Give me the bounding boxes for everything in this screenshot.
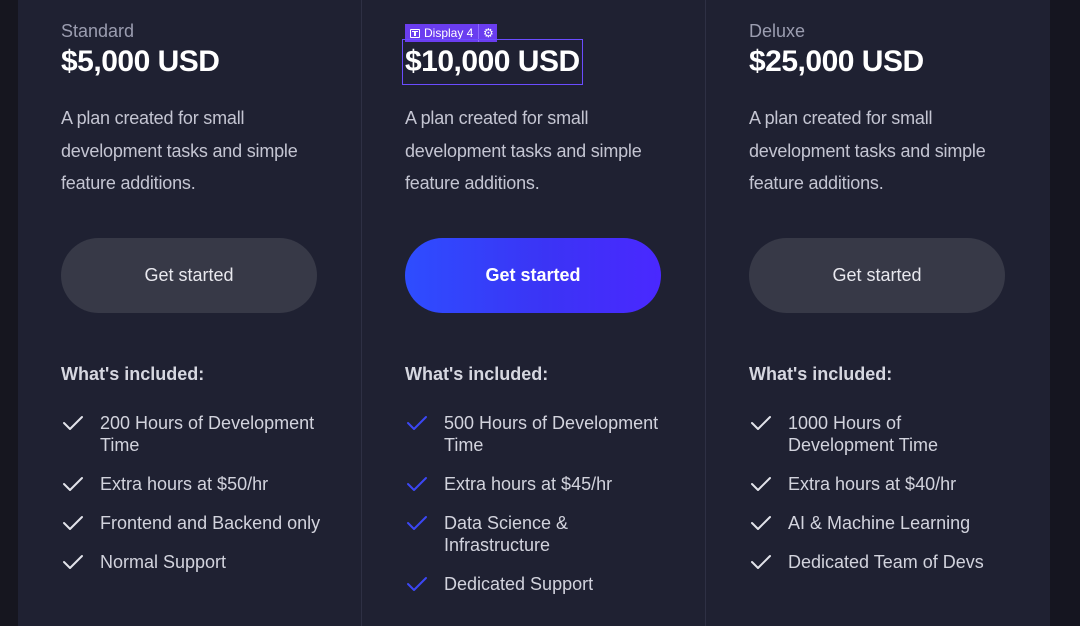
check-icon bbox=[407, 577, 427, 591]
list-item: Data Science & Infrastructure bbox=[405, 512, 665, 556]
list-item: 200 Hours of Development Time bbox=[61, 412, 321, 456]
get-started-button-standard[interactable]: Get started bbox=[61, 238, 317, 313]
pricing-page: Standard $5,000 USD A plan created for s… bbox=[0, 0, 1080, 626]
element-type-text: Display 4 bbox=[424, 26, 474, 40]
feature-text: Dedicated Support bbox=[444, 574, 594, 594]
element-type-tag[interactable]: Display 4 ⚙ bbox=[405, 24, 498, 42]
pricing-plans: Standard $5,000 USD A plan created for s… bbox=[18, 0, 1050, 626]
list-item: Dedicated Team of Devs bbox=[749, 551, 1009, 573]
list-item: Extra hours at $45/hr bbox=[405, 473, 665, 495]
check-icon bbox=[751, 416, 771, 430]
feature-list: 200 Hours of Development Time Extra hour… bbox=[61, 412, 321, 590]
plan-card-deluxe: Deluxe $25,000 USD A plan created for sm… bbox=[706, 0, 1050, 626]
check-icon bbox=[63, 416, 83, 430]
feature-text: Dedicated Team of Devs bbox=[788, 552, 984, 572]
feature-list: 1000 Hours of Development Time Extra hou… bbox=[749, 412, 1009, 590]
list-item: 500 Hours of Development Time bbox=[405, 412, 665, 456]
element-type-label: Display 4 bbox=[405, 24, 478, 42]
get-started-button-deluxe[interactable]: Get started bbox=[749, 238, 1005, 313]
feature-text: AI & Machine Learning bbox=[788, 513, 971, 533]
check-icon bbox=[407, 516, 427, 530]
feature-text: Extra hours at $45/hr bbox=[444, 474, 613, 494]
feature-text: Normal Support bbox=[100, 552, 227, 572]
list-item: Normal Support bbox=[61, 551, 321, 573]
feature-text: 500 Hours of Development Time bbox=[444, 413, 659, 455]
plan-price: $5,000 USD bbox=[61, 45, 220, 78]
check-icon bbox=[751, 516, 771, 530]
list-item: Extra hours at $50/hr bbox=[61, 473, 321, 495]
included-title: What's included: bbox=[405, 364, 549, 384]
list-item: Extra hours at $40/hr bbox=[749, 473, 1009, 495]
plan-name: Deluxe bbox=[749, 21, 806, 41]
canvas-edge bbox=[1050, 0, 1080, 626]
plan-description: A plan created for small development tas… bbox=[749, 108, 986, 193]
plan-description: A plan created for small development tas… bbox=[61, 108, 298, 193]
plan-name: Standard bbox=[61, 21, 135, 41]
check-icon bbox=[63, 516, 83, 530]
check-icon bbox=[63, 555, 83, 569]
feature-text: 1000 Hours of Development Time bbox=[788, 413, 939, 455]
list-item: Frontend and Backend only bbox=[61, 512, 321, 534]
plan-price: $25,000 USD bbox=[749, 45, 924, 78]
feature-text: 200 Hours of Development Time bbox=[100, 413, 315, 455]
included-title: What's included: bbox=[749, 364, 893, 384]
check-icon bbox=[63, 477, 83, 491]
plan-card-featured: Display 4 ⚙ $10,000 USD A plan created f… bbox=[362, 0, 706, 626]
check-icon bbox=[751, 555, 771, 569]
feature-text: Extra hours at $50/hr bbox=[100, 474, 269, 494]
plan-price-selected[interactable]: $10,000 USD bbox=[402, 39, 583, 85]
feature-text: Frontend and Backend only bbox=[100, 513, 321, 533]
list-item: 1000 Hours of Development Time bbox=[749, 412, 1009, 456]
check-icon bbox=[407, 416, 427, 430]
gear-icon[interactable]: ⚙ bbox=[478, 24, 497, 42]
list-item: Dedicated Support bbox=[405, 573, 665, 595]
included-title: What's included: bbox=[61, 364, 205, 384]
check-icon bbox=[407, 477, 427, 491]
feature-text: Data Science & Infrastructure bbox=[444, 513, 569, 555]
get-started-button-featured[interactable]: Get started bbox=[405, 238, 661, 313]
feature-list: 500 Hours of Development Time Extra hour… bbox=[405, 412, 665, 612]
check-icon bbox=[751, 477, 771, 491]
feature-text: Extra hours at $40/hr bbox=[788, 474, 957, 494]
plan-description: A plan created for small development tas… bbox=[405, 108, 642, 193]
plan-card-standard: Standard $5,000 USD A plan created for s… bbox=[18, 0, 362, 626]
list-item: AI & Machine Learning bbox=[749, 512, 1009, 534]
text-box-icon bbox=[410, 28, 420, 38]
